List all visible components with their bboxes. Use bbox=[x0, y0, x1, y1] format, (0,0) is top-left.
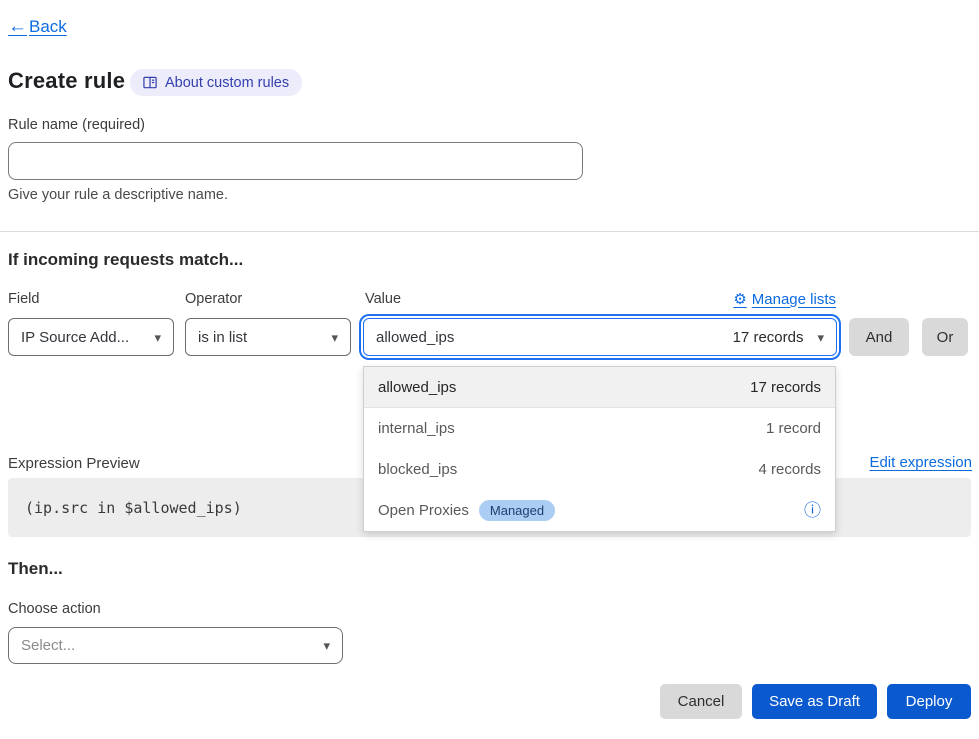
book-icon bbox=[143, 76, 158, 90]
rule-name-input[interactable] bbox=[8, 142, 583, 180]
option-name: internal_ips bbox=[378, 420, 455, 437]
back-link-label: Back bbox=[29, 17, 67, 37]
option-record-count: 4 records bbox=[758, 461, 821, 478]
expression-preview-label: Expression Preview bbox=[8, 455, 140, 472]
value-select-value: allowed_ips bbox=[376, 329, 454, 346]
rule-name-label: Rule name (required) bbox=[8, 117, 145, 133]
about-custom-rules-link[interactable]: About custom rules bbox=[130, 69, 302, 96]
dropdown-option-allowed-ips[interactable]: allowed_ips 17 records bbox=[364, 367, 835, 408]
gear-icon: ⚙ bbox=[733, 290, 746, 308]
manage-lists-link[interactable]: ⚙ Manage lists bbox=[733, 290, 836, 308]
option-record-count: 17 records bbox=[750, 379, 821, 396]
about-badge-label: About custom rules bbox=[165, 75, 289, 91]
dropdown-option-blocked-ips[interactable]: blocked_ips 4 records bbox=[364, 449, 835, 490]
match-section-heading: If incoming requests match... bbox=[8, 250, 243, 270]
operator-label: Operator bbox=[185, 291, 242, 307]
chevron-down-icon: ▾ bbox=[323, 639, 330, 652]
field-select[interactable]: IP Source Add... ▾ bbox=[8, 318, 174, 356]
back-arrow-icon: ← bbox=[8, 16, 27, 38]
value-select[interactable]: allowed_ips 17 records ▾ bbox=[363, 318, 837, 356]
chevron-down-icon: ▾ bbox=[817, 331, 824, 344]
choose-action-label: Choose action bbox=[8, 601, 101, 617]
then-section-heading: Then... bbox=[8, 559, 63, 579]
operator-select-value: is in list bbox=[198, 329, 247, 346]
value-dropdown-panel: allowed_ips 17 records internal_ips 1 re… bbox=[363, 366, 836, 532]
back-link[interactable]: ←Back bbox=[8, 16, 67, 38]
dropdown-option-open-proxies[interactable]: Open Proxies Managed ⓘ bbox=[364, 490, 835, 531]
and-button[interactable]: And bbox=[849, 318, 909, 356]
rule-name-help-text: Give your rule a descriptive name. bbox=[8, 187, 228, 203]
chevron-down-icon: ▾ bbox=[154, 331, 161, 344]
option-record-count: 1 record bbox=[766, 420, 821, 437]
save-as-draft-button[interactable]: Save as Draft bbox=[752, 684, 877, 719]
deploy-button[interactable]: Deploy bbox=[887, 684, 971, 719]
field-label: Field bbox=[8, 291, 39, 307]
chevron-down-icon: ▾ bbox=[331, 331, 338, 344]
operator-select[interactable]: is in list ▾ bbox=[185, 318, 351, 356]
managed-badge: Managed bbox=[479, 500, 555, 521]
value-select-record-count: 17 records bbox=[733, 329, 804, 346]
edit-expression-link[interactable]: Edit expression bbox=[869, 454, 972, 471]
option-name: Open Proxies bbox=[378, 502, 469, 519]
info-icon[interactable]: ⓘ bbox=[804, 502, 821, 519]
value-label: Value bbox=[365, 291, 401, 307]
manage-lists-label: Manage lists bbox=[752, 291, 836, 308]
field-select-value: IP Source Add... bbox=[21, 329, 129, 346]
section-divider bbox=[0, 231, 979, 232]
action-select-placeholder: Select... bbox=[21, 637, 75, 654]
option-name: blocked_ips bbox=[378, 461, 457, 478]
option-name: allowed_ips bbox=[378, 379, 456, 396]
page-title: Create rule bbox=[8, 68, 125, 94]
or-button[interactable]: Or bbox=[922, 318, 968, 356]
dropdown-option-internal-ips[interactable]: internal_ips 1 record bbox=[364, 408, 835, 449]
cancel-button[interactable]: Cancel bbox=[660, 684, 742, 719]
expression-code: (ip.src in $allowed_ips) bbox=[25, 499, 242, 517]
create-rule-page: ←Back Create rule About custom rules Rul… bbox=[0, 0, 979, 739]
action-select[interactable]: Select... ▾ bbox=[8, 627, 343, 664]
